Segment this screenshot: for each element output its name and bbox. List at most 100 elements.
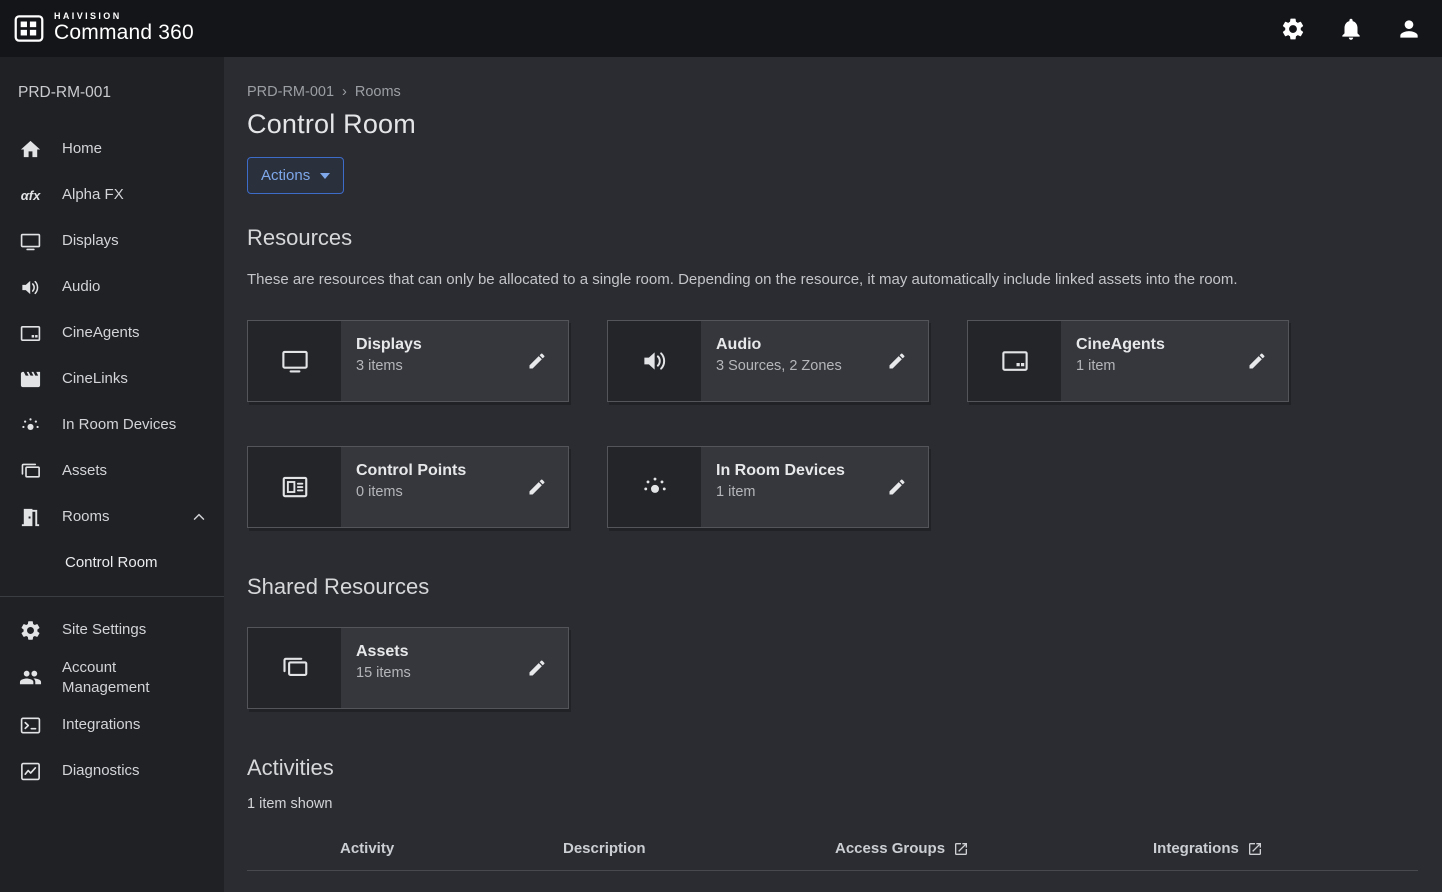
sidebar-item-label: Control Room xyxy=(65,553,158,573)
card-subtitle: 15 items xyxy=(356,665,523,681)
sidebar-item-in-room-devices[interactable]: In Room Devices xyxy=(0,402,224,448)
notifications-button[interactable] xyxy=(1334,12,1368,46)
sidebar-item-label: Rooms xyxy=(62,507,110,527)
pencil-icon xyxy=(527,477,547,497)
resources-description: These are resources that can only be all… xyxy=(247,268,1395,291)
breadcrumb: PRD-RM-001 › Rooms xyxy=(247,84,1418,100)
sidebar-item-cinelinks[interactable]: CineLinks xyxy=(0,356,224,402)
rooms-icon xyxy=(19,506,42,529)
resource-card-audio: Audio 3 Sources, 2 Zones xyxy=(607,320,929,402)
shared-resources-heading: Shared Resources xyxy=(247,574,1418,600)
card-title: In Room Devices xyxy=(716,462,883,480)
settings-button[interactable] xyxy=(1276,12,1310,46)
activities-table-header: Activity Description Access Groups Integ… xyxy=(247,834,1418,871)
gear-icon xyxy=(19,619,42,642)
sidebar-item-account-management[interactable]: Account Management xyxy=(0,653,224,702)
access-groups-open-button[interactable] xyxy=(953,841,969,857)
card-title: Audio xyxy=(716,336,883,354)
sidebar-item-label: Account Management xyxy=(62,658,182,697)
resource-card-in-room-devices: In Room Devices 1 item xyxy=(607,446,929,528)
cinelinks-icon xyxy=(19,368,42,391)
sidebar-item-label: In Room Devices xyxy=(62,415,176,435)
card-title: CineAgents xyxy=(1076,336,1243,354)
sidebar-item-site-settings[interactable]: Site Settings xyxy=(0,607,224,653)
cineagents-icon xyxy=(968,321,1061,401)
edit-assets-button[interactable] xyxy=(523,654,551,682)
card-subtitle: 3 Sources, 2 Zones xyxy=(716,358,883,374)
edit-audio-button[interactable] xyxy=(883,347,911,375)
pencil-icon xyxy=(527,351,547,371)
resource-card-control-points: Control Points 0 items xyxy=(247,446,569,528)
breadcrumb-current[interactable]: Rooms xyxy=(355,84,401,100)
sidebar-item-label: CineLinks xyxy=(62,369,128,389)
edit-control-points-button[interactable] xyxy=(523,473,551,501)
column-header-label: Integrations xyxy=(1153,840,1239,857)
chevron-down-icon xyxy=(320,173,330,179)
edit-cineagents-button[interactable] xyxy=(1243,347,1271,375)
resource-card-displays: Displays 3 items xyxy=(247,320,569,402)
breadcrumb-separator: › xyxy=(342,84,347,100)
sidebar-item-rooms[interactable]: Rooms xyxy=(0,494,224,540)
card-subtitle: 3 items xyxy=(356,358,523,374)
column-header-label: Access Groups xyxy=(835,840,945,857)
diagnostics-icon xyxy=(19,760,42,783)
sidebar-item-label: Assets xyxy=(62,461,107,481)
sidebar-item-alpha-fx[interactable]: αfx Alpha FX xyxy=(0,172,224,218)
sidebar-item-label: Displays xyxy=(62,231,119,251)
column-header-integrations: Integrations xyxy=(1153,840,1418,857)
account-button[interactable] xyxy=(1392,12,1426,46)
audio-icon xyxy=(608,321,701,401)
gear-icon xyxy=(1280,16,1306,42)
column-header-description: Description xyxy=(563,840,835,857)
control-points-icon xyxy=(248,447,341,527)
bell-icon xyxy=(1338,16,1364,42)
resources-card-grid: Displays 3 items Audio 3 Sources, 2 Zone… xyxy=(247,320,1418,528)
sidebar-item-assets[interactable]: Assets xyxy=(0,448,224,494)
integrations-open-button[interactable] xyxy=(1247,841,1263,857)
sidebar-item-label: Alpha FX xyxy=(62,185,124,205)
brand-name: HAIVISION xyxy=(54,12,194,21)
card-title: Assets xyxy=(356,643,523,661)
card-title: Displays xyxy=(356,336,523,354)
breadcrumb-parent[interactable]: PRD-RM-001 xyxy=(247,84,334,100)
card-body: CineAgents 1 item xyxy=(1061,321,1243,401)
main-content: PRD-RM-001 › Rooms Control Room Actions … xyxy=(224,57,1442,892)
resource-card-cineagents: CineAgents 1 item xyxy=(967,320,1289,402)
alpha-fx-icon: αfx xyxy=(19,184,42,207)
card-body: Assets 15 items xyxy=(341,628,523,708)
actions-button[interactable]: Actions xyxy=(247,157,344,194)
product-name: Command 360 xyxy=(54,21,194,44)
card-subtitle: 0 items xyxy=(356,484,523,500)
display-icon xyxy=(19,230,42,253)
edit-displays-button[interactable] xyxy=(523,347,551,375)
shared-resources-card-grid: Assets 15 items xyxy=(247,627,1418,709)
haivision-logo-icon xyxy=(14,15,44,42)
sidebar: PRD-RM-001 Home αfx Alpha FX Displays Au… xyxy=(0,57,224,892)
brand-text: HAIVISION Command 360 xyxy=(54,12,194,44)
sidebar-item-label: Site Settings xyxy=(62,620,146,640)
sidebar-item-label: Home xyxy=(62,139,102,159)
sidebar-item-home[interactable]: Home xyxy=(0,126,224,172)
activities-heading: Activities xyxy=(247,755,1418,781)
edit-in-room-devices-button[interactable] xyxy=(883,473,911,501)
sidebar-item-diagnostics[interactable]: Diagnostics xyxy=(0,748,224,794)
pencil-icon xyxy=(887,477,907,497)
chevron-up-icon xyxy=(190,508,208,526)
sidebar-item-audio[interactable]: Audio xyxy=(0,264,224,310)
cineagents-icon xyxy=(19,322,42,345)
sidebar-item-displays[interactable]: Displays xyxy=(0,218,224,264)
terminal-icon xyxy=(19,714,42,737)
sidebar-item-cineagents[interactable]: CineAgents xyxy=(0,310,224,356)
pencil-icon xyxy=(887,351,907,371)
actions-button-label: Actions xyxy=(261,167,310,184)
pencil-icon xyxy=(1247,351,1267,371)
card-title: Control Points xyxy=(356,462,523,480)
sidebar-divider xyxy=(0,596,224,597)
sidebar-item-control-room[interactable]: Control Room xyxy=(0,540,224,586)
top-bar: HAIVISION Command 360 xyxy=(0,0,1442,57)
sidebar-nav: Home αfx Alpha FX Displays Audio CineAge… xyxy=(0,126,224,794)
activities-table: Activity Description Access Groups Integ… xyxy=(247,834,1418,892)
sidebar-item-integrations[interactable]: Integrations xyxy=(0,702,224,748)
column-header-activity: Activity xyxy=(340,840,563,857)
external-link-icon xyxy=(953,841,969,857)
